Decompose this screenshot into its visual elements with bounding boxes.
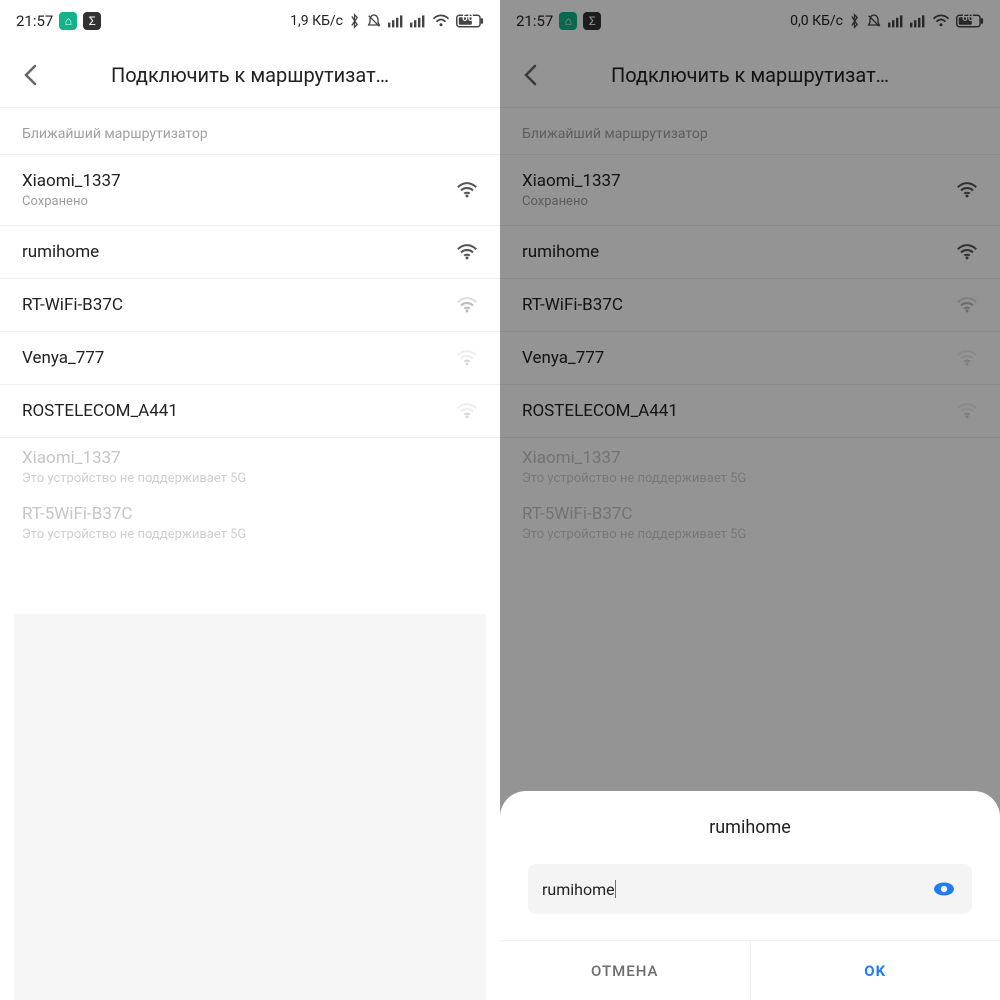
wifi-row[interactable]: rumihome xyxy=(0,226,500,279)
signal-icon xyxy=(388,14,404,28)
wifi-icon xyxy=(456,349,478,367)
wifi-status-icon xyxy=(432,14,450,28)
bluetooth-icon xyxy=(349,13,360,29)
wifi-sub: Это устройство не поддерживает 5G xyxy=(22,471,478,486)
clock: 21:57 xyxy=(16,12,53,30)
section-header: Ближайший маршрутизатор xyxy=(0,108,500,155)
wifi-row[interactable]: ROSTELECOM_A441 xyxy=(0,385,500,438)
wifi-name: Xiaomi_1337 xyxy=(22,448,478,468)
wifi-icon xyxy=(456,243,478,261)
left-phone: 21:57 ⌂ Σ 1,9 КБ/с 60 xyxy=(0,0,500,1000)
dialog-buttons: ОТМЕНА OK xyxy=(500,940,1000,1000)
wifi-row[interactable]: Xiaomi_1337 Сохранено xyxy=(0,155,500,226)
app-bar: Подключить к маршрутизат… xyxy=(0,42,500,108)
wifi-name: RT-WiFi-B37C xyxy=(22,295,456,315)
password-dialog: rumihome rumihome ОТМЕНА OK xyxy=(500,791,1000,1000)
ok-button[interactable]: OK xyxy=(751,941,1000,1000)
wifi-row-disabled: Xiaomi_1337 Это устройство не поддержива… xyxy=(0,438,500,494)
wifi-row-disabled: RT-5WiFi-B37C Это устройство не поддержи… xyxy=(0,494,500,550)
show-password-icon[interactable] xyxy=(930,875,958,903)
data-rate: 1,9 КБ/с xyxy=(290,13,343,29)
dialog-title: rumihome xyxy=(500,817,1000,838)
cancel-button[interactable]: ОТМЕНА xyxy=(500,941,751,1000)
wifi-icon xyxy=(456,402,478,420)
wifi-icon xyxy=(456,181,478,199)
password-input-wrap[interactable]: rumihome xyxy=(528,864,972,914)
wifi-name: RT-5WiFi-B37C xyxy=(22,504,478,524)
mi-home-badge-icon: ⌂ xyxy=(59,12,77,30)
mute-icon xyxy=(366,13,382,29)
password-value: rumihome xyxy=(542,880,615,899)
wifi-row[interactable]: RT-WiFi-B37C xyxy=(0,279,500,332)
back-button[interactable] xyxy=(10,55,50,95)
sigma-badge-icon: Σ xyxy=(83,12,101,30)
page-title: Подключить к маршрутизат… xyxy=(50,63,490,87)
wifi-name: Venya_777 xyxy=(22,348,456,368)
signal-2-icon xyxy=(410,14,426,28)
battery-icon: 60 xyxy=(456,14,484,28)
wifi-name: ROSTELECOM_A441 xyxy=(22,401,456,421)
right-phone: 21:57 ⌂ Σ 0,0 КБ/с 60 xyxy=(500,0,1000,1000)
status-bar: 21:57 ⌂ Σ 1,9 КБ/с 60 xyxy=(0,0,500,42)
wifi-icon xyxy=(456,296,478,314)
wifi-name: Xiaomi_1337 xyxy=(22,171,456,191)
empty-area xyxy=(14,614,486,1000)
wifi-sub: Это устройство не поддерживает 5G xyxy=(22,527,478,542)
wifi-row[interactable]: Venya_777 xyxy=(0,332,500,385)
wifi-sub: Сохранено xyxy=(22,194,456,209)
wifi-name: rumihome xyxy=(22,242,456,262)
